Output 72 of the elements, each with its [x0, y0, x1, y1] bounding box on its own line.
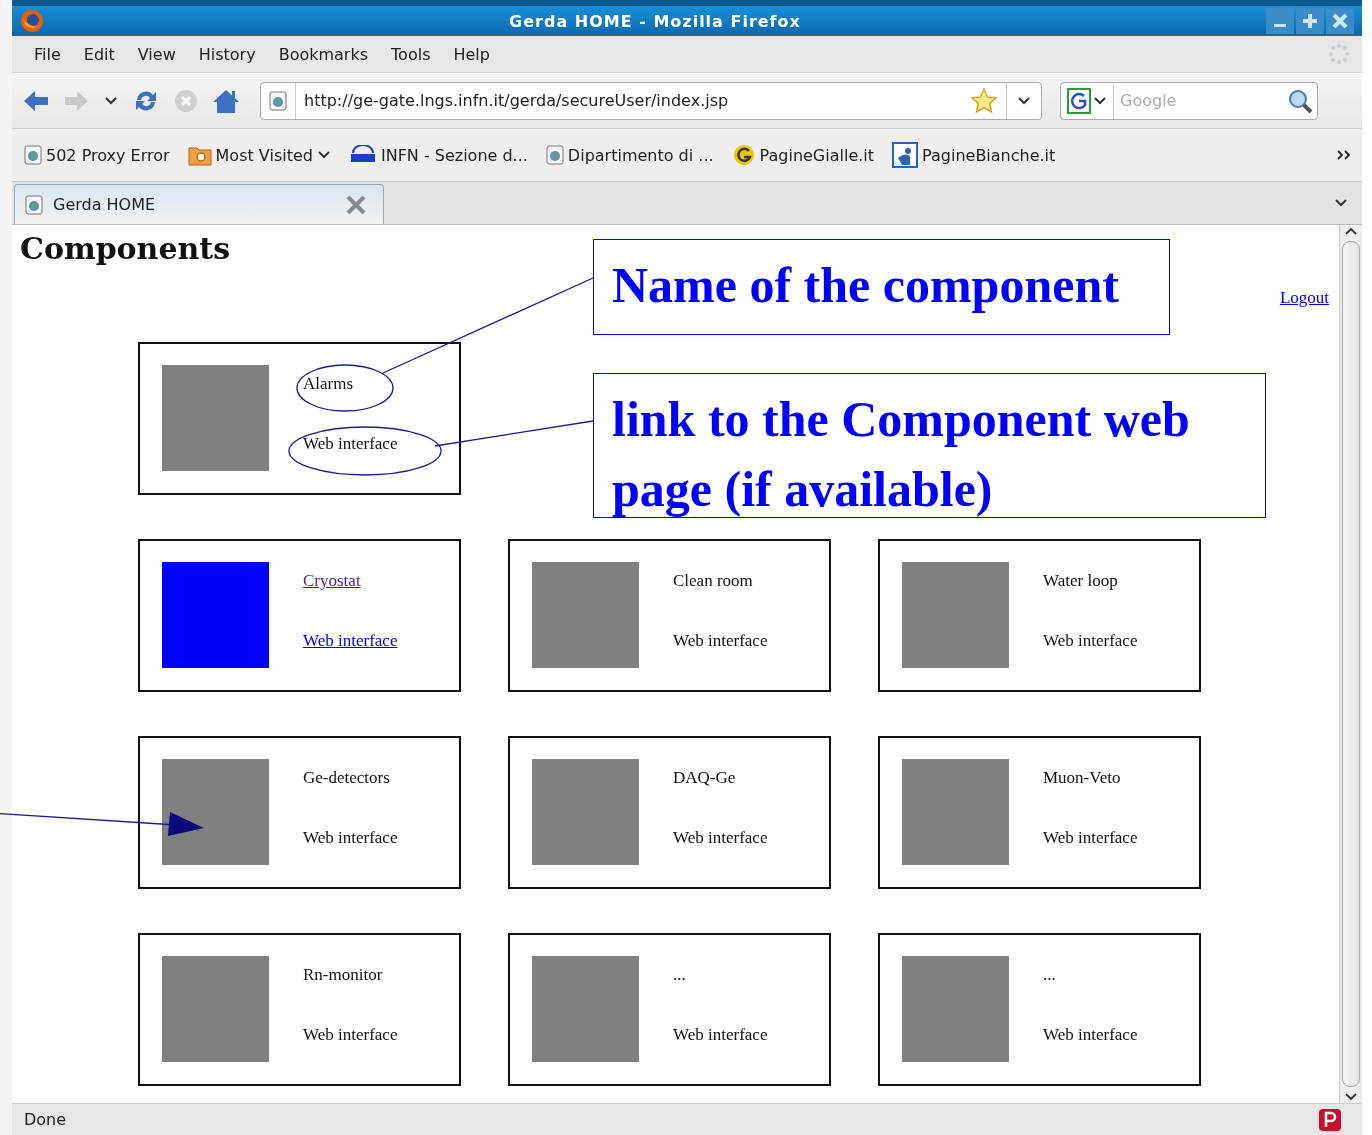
close-icon[interactable]: [345, 193, 367, 216]
web-interface-label: Web interface: [1043, 828, 1138, 848]
page-heading: Components: [20, 231, 232, 266]
callout-text: link to the Component web page (if available): [593, 373, 1266, 518]
search-bar[interactable]: Google: [1060, 81, 1318, 120]
web-interface-label: Web interface: [1043, 1025, 1138, 1045]
logout-link[interactable]: Logout: [1279, 288, 1329, 308]
component-name: Rn-monitor: [303, 965, 384, 985]
scrollbar[interactable]: [1339, 225, 1362, 1103]
menu-item[interactable]: File: [24, 44, 74, 64]
status-text: Done: [24, 1110, 68, 1129]
web-interface-label: Web interface: [673, 631, 768, 651]
scroll-up-icon[interactable]: [1344, 225, 1358, 237]
component-name: Muon-Veto: [1043, 768, 1122, 788]
callout-text: Name of the component: [593, 239, 1170, 335]
back-arrow-icon[interactable]: [22, 88, 50, 113]
bookmark[interactable]: Dipartimento di ...: [545, 145, 714, 165]
component-name: Alarms: [303, 374, 355, 394]
page-icon: [545, 145, 564, 165]
menu-item[interactable]: History: [188, 44, 269, 64]
component-link[interactable]: Cryostat: [303, 571, 398, 591]
logo-icon: [731, 143, 756, 167]
web-interface-label: Web interface: [673, 828, 768, 848]
menu-item[interactable]: View: [127, 44, 189, 64]
web-interface-label: Web interface: [303, 434, 398, 454]
caret-icon: [316, 150, 331, 160]
address-bar[interactable]: http://ge-gate.lngs.infn.it/gerda/secureUser/index.jsp: [260, 81, 1042, 120]
web-interface-link[interactable]: Web interface: [303, 631, 398, 651]
firefox-logo-icon: [20, 9, 44, 33]
page-icon: [269, 90, 287, 111]
menu-item[interactable]: Help: [443, 44, 503, 64]
folder-icon: [187, 144, 212, 166]
star-icon[interactable]: [970, 86, 998, 115]
web-interface-label: Web interface: [303, 1025, 398, 1045]
scroll-down-icon[interactable]: [1344, 1091, 1358, 1103]
logo-icon: [348, 145, 377, 165]
bookmark[interactable]: 502 Proxy Error: [24, 145, 170, 165]
web-interface-label: Web interface: [1043, 631, 1138, 651]
component-name: DAQ-Ge: [673, 768, 737, 788]
menu-item[interactable]: Bookmarks: [268, 44, 382, 64]
page-icon: [25, 194, 43, 215]
web-interface-label: Web interface: [673, 1025, 768, 1045]
throbber-icon: [1328, 43, 1350, 65]
tab[interactable]: Gerda HOME: [14, 184, 384, 224]
bookmark[interactable]: PagineGialle.it: [731, 143, 875, 167]
component-name: Ge-detectors: [303, 768, 391, 788]
dropdown-icon[interactable]: [1093, 95, 1107, 106]
bookmark[interactable]: INFN - Sezione d...: [348, 145, 528, 165]
logo-icon: [892, 142, 919, 168]
tab-list-icon[interactable]: [1334, 198, 1348, 208]
component-name: Clean room: [673, 571, 754, 591]
maximize-icon[interactable]: [1296, 8, 1324, 34]
menu-item[interactable]: Tools: [381, 44, 444, 64]
home-icon[interactable]: [212, 87, 240, 114]
component-name: Water loop: [1043, 571, 1119, 591]
component-name: ...: [1043, 965, 1057, 985]
search-engine-icon[interactable]: [1067, 87, 1091, 114]
bookmark[interactable]: Most Visited: [187, 144, 331, 166]
page-icon: [24, 145, 42, 165]
web-interface-label: Web interface: [303, 828, 398, 848]
address-field[interactable]: http://ge-gate.lngs.infn.it/gerda/secureUser/index.jsp: [296, 91, 970, 110]
close-icon[interactable]: [1326, 8, 1354, 34]
window-title: Gerda HOME - Mozilla Firefox: [508, 11, 802, 31]
minimize-icon[interactable]: [1266, 8, 1294, 34]
component-name: ...: [673, 965, 687, 985]
chevron-icon[interactable]: [1336, 149, 1352, 161]
menu-item[interactable]: Edit: [73, 44, 128, 64]
caret-icon[interactable]: [104, 95, 118, 106]
dropdown-icon[interactable]: [1017, 95, 1031, 106]
addon-icon[interactable]: [1318, 1107, 1342, 1132]
search-icon[interactable]: [1287, 87, 1313, 114]
bookmark[interactable]: PagineBianche.it: [892, 142, 1056, 168]
